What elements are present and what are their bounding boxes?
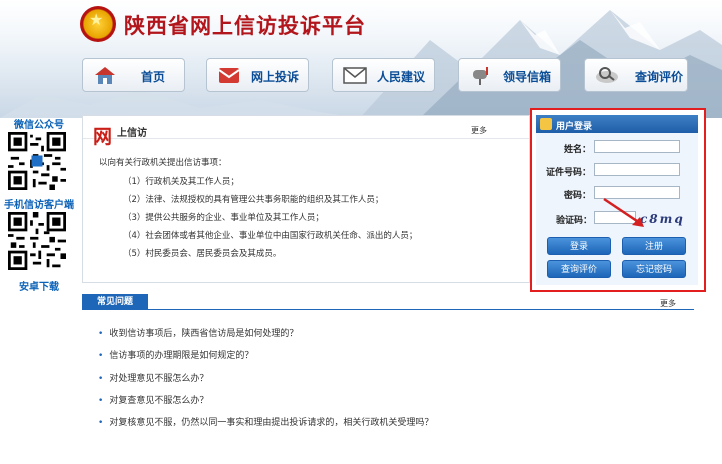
faq-item-text: 对复核意见不服，仍然以同一事实和理由提出投诉请求的，相关行政机关受理吗？ [109,418,434,428]
petition-item: （5）村民委员会、居民委员会及其成员。 [123,249,282,259]
mail-icon [218,68,240,83]
petition-item: （3）提供公共服务的企业、事业单位及其工作人员； [123,213,324,223]
login-header: 用户登录 [536,115,698,133]
nav-label: 查询评价 [635,70,684,84]
annotation-arrow [603,197,644,227]
name-input[interactable] [594,140,680,153]
nav-online-complaint[interactable]: 网上投诉 [206,58,309,92]
bullet-icon: • [98,418,104,428]
site-header: ★ 陕西省网上信访投诉平台 首页 网上投诉 人民建议 领导信箱 查询评价 [0,0,722,118]
faq-section: 常见问题 更多 • 收到信访事项后，陕西省信访局是如何处理的？ • 信访事项的办理期… [82,294,694,464]
wechat-qr-code [8,132,66,190]
envelope-icon [343,67,367,84]
captcha-label: 验证码： [556,216,593,226]
forgot-password-button[interactable]: 忘记密码 [622,260,686,278]
query-evaluation-button[interactable]: 查询评价 [547,260,611,278]
home-icon [95,67,115,84]
nav-home[interactable]: 首页 [82,58,185,92]
faq-item[interactable]: • 信访事项的办理期限是如何规定的？ [98,348,253,361]
mailbox-icon [473,67,488,85]
id-number-label: 证件号码： [546,168,592,178]
nav-public-suggestion[interactable]: 人民建议 [332,58,435,92]
nav-label: 网上投诉 [251,70,300,84]
register-button[interactable]: 注册 [622,237,686,255]
bullet-icon: • [98,329,104,339]
petition-more-link[interactable]: 更多 [471,125,487,136]
national-emblem-icon: ★ [80,6,116,42]
login-title: 用户登录 [556,122,593,132]
faq-item[interactable]: • 对复核意见不服，仍然以同一事实和理由提出投诉请求的，相关行政机关受理吗？ [98,415,433,428]
petition-logo: 网 [93,126,113,148]
name-label: 姓名： [564,145,592,155]
bullet-icon: • [98,374,104,384]
app-qr-code [8,212,66,270]
faq-item[interactable]: • 对复查意见不服怎么办？ [98,393,208,406]
mobile-app-label: 手机信访客户端 [4,200,74,211]
faq-item[interactable]: • 收到信访事项后，陕西省信访局是如何处理的？ [98,326,298,339]
faq-item-text: 对处理意见不服怎么办？ [109,374,209,384]
petition-intro: 以向有关行政机关提出信访事项： [99,158,227,168]
wechat-label: 微信公众号 [14,120,64,131]
android-download-link[interactable]: 安卓下载 [0,278,78,293]
bullet-icon: • [98,351,104,361]
faq-item[interactable]: • 对处理意见不服怎么办？ [98,371,208,384]
faq-item-text: 信访事项的办理期限是如何规定的？ [109,351,254,361]
faq-more-link[interactable]: 更多 [660,298,676,309]
nav-query-evaluation[interactable]: 查询评价 [584,58,688,92]
petition-item: （4）社会团体或者其他企业、事业单位中由国家行政机关任命、派出的人员； [123,231,418,241]
online-petition-panel: 网 上信访 更多 以向有关行政机关提出信访事项： （1）行政机关及其工作人员； … [82,115,530,283]
panel-header: 网 上信访 更多 [83,116,529,148]
nav-label: 领导信箱 [503,70,552,84]
nav-label: 首页 [141,70,166,84]
faq-item-text: 收到信访事项后，陕西省信访局是如何处理的？ [109,329,299,339]
petition-item: （1）行政机关及其工作人员； [123,177,239,187]
faq-item-text: 对复查意见不服怎么办？ [109,396,209,406]
bullet-icon: • [98,396,104,406]
password-label: 密码： [564,191,592,201]
site-title: 陕西省网上信访投诉平台 [124,13,366,38]
search-icon [596,67,618,83]
nav-leader-mailbox[interactable]: 领导信箱 [458,58,561,92]
left-sidebar: 微信公众号 手机信访客户端 安卓下载 [0,110,78,464]
faq-title: 常见问题 [82,294,148,310]
user-icon [540,118,552,130]
id-number-input[interactable] [594,163,680,176]
nav-label: 人民建议 [377,70,426,84]
login-button[interactable]: 登录 [547,237,611,255]
petition-item: （2）法律、法规授权的具有管理公共事务职能的组织及其工作人员； [123,195,384,205]
panel-title: 上信访 [117,128,147,139]
faq-divider [148,309,694,310]
